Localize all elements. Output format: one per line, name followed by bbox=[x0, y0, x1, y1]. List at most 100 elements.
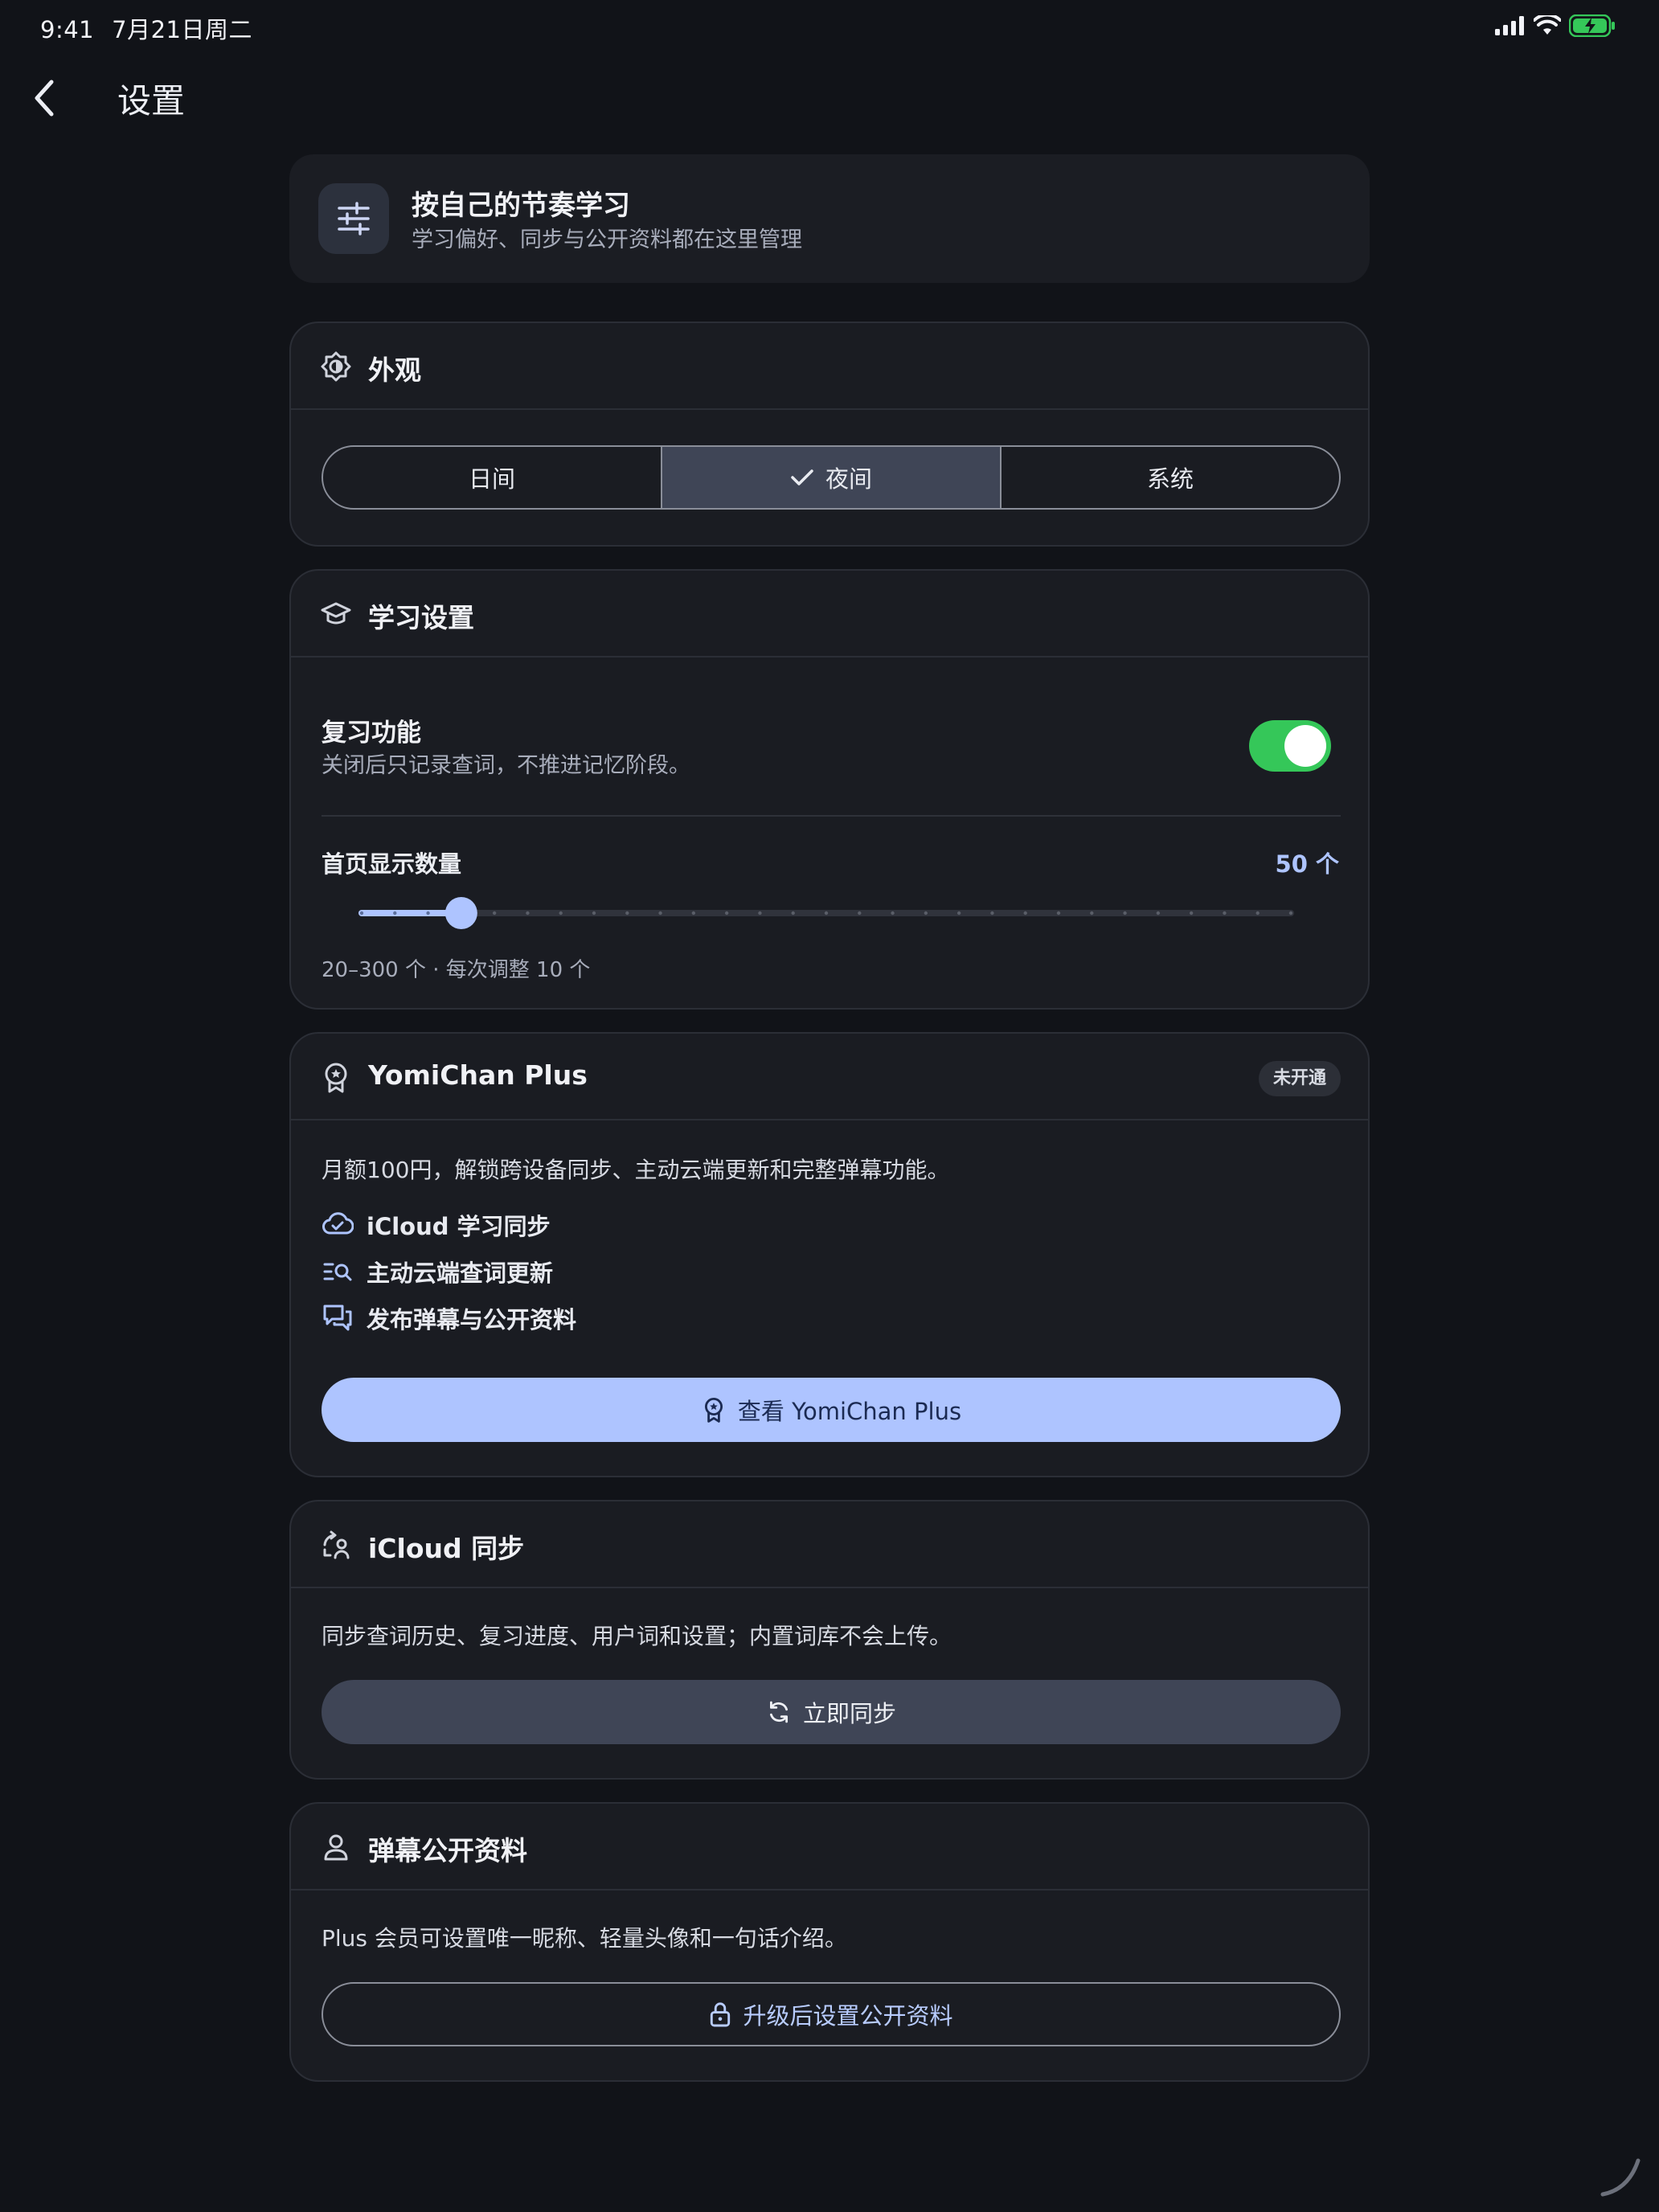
status-bar: 9:41 7月21日周二 bbox=[0, 0, 1659, 51]
slider-tick bbox=[492, 911, 497, 916]
appearance-header: 外观 bbox=[291, 323, 1368, 410]
icloud-description: 同步查词历史、复习进度、用户词和设置；内置词库不会上传。 bbox=[322, 1623, 952, 1649]
slider-tick bbox=[1023, 911, 1027, 916]
icloud-title: iCloud 同步 bbox=[368, 1533, 525, 1564]
slider-tick bbox=[824, 911, 829, 916]
checkmark-icon bbox=[791, 469, 813, 485]
wifi-icon bbox=[1534, 15, 1561, 35]
icloud-sync-card: iCloud 同步 同步查词历史、复习进度、用户词和设置；内置词库不会上传。 立… bbox=[289, 1500, 1370, 1780]
refresh-icon bbox=[769, 1701, 788, 1723]
home-count-label: 首页显示数量 bbox=[322, 850, 462, 878]
plus-card: YomiChan Plus 未开通 月额100円，解锁跨设备同步、主动云端更新和… bbox=[289, 1032, 1370, 1477]
plus-feature-label: iCloud 学习同步 bbox=[367, 1213, 551, 1240]
slider-thumb[interactable] bbox=[444, 897, 477, 929]
review-description: 关闭后只记录查词，不推进记忆阶段。 bbox=[322, 753, 690, 778]
profile-header: 弹幕公开资料 bbox=[291, 1804, 1368, 1890]
list-search-icon bbox=[323, 1263, 352, 1281]
plus-status-badge: 未开通 bbox=[1258, 1061, 1341, 1096]
graduation-cap-icon bbox=[321, 602, 351, 625]
plus-description: 月额100円，解锁跨设备同步、主动云端更新和完整弹幕功能。 bbox=[322, 1157, 950, 1183]
review-title: 复习功能 bbox=[322, 719, 421, 748]
slider-tick bbox=[526, 911, 530, 916]
slider-tick bbox=[1223, 911, 1227, 916]
public-profile-card: 弹幕公开资料 Plus 会员可设置唯一昵称、轻量头像和一句话介绍。 升级后设置公… bbox=[289, 1802, 1370, 2082]
slider-tick bbox=[758, 911, 762, 916]
status-date: 7月21日周二 bbox=[112, 16, 252, 43]
learning-header: 学习设置 bbox=[291, 571, 1368, 657]
view-plus-button-label: 查看 YomiChan Plus bbox=[737, 1398, 962, 1425]
slider-tick bbox=[791, 911, 795, 916]
slider-tick bbox=[1090, 911, 1094, 916]
sync-now-button-label: 立即同步 bbox=[802, 1700, 896, 1727]
award-badge-icon bbox=[325, 1063, 347, 1093]
slider-tick bbox=[559, 911, 563, 916]
intro-subtitle: 学习偏好、同步与公开资料都在这里管理 bbox=[412, 227, 802, 252]
back-chevron-icon[interactable] bbox=[29, 76, 61, 121]
plus-feature-label: 主动云端查词更新 bbox=[367, 1260, 554, 1287]
plus-feature-label: 发布弹幕与公开资料 bbox=[367, 1306, 577, 1333]
intro-card: 按自己的节奏学习 学习偏好、同步与公开资料都在这里管理 bbox=[289, 154, 1370, 283]
slider-tick bbox=[393, 911, 397, 916]
slider-tick bbox=[1156, 911, 1161, 916]
divider bbox=[322, 815, 1341, 817]
review-toggle[interactable] bbox=[1249, 720, 1331, 772]
profile-title: 弹幕公开资料 bbox=[368, 1835, 527, 1866]
chat-bubbles-icon bbox=[323, 1305, 352, 1331]
settings-page: 9:41 7月21日周二 设置 按自己的节奏学习 学习偏好、同步与公开资料都在这… bbox=[0, 0, 1659, 2212]
brightness-gear-icon bbox=[321, 351, 351, 382]
home-count-value: 50 个 bbox=[1275, 850, 1339, 878]
sync-now-button[interactable]: 立即同步 bbox=[322, 1680, 1341, 1744]
home-count-slider[interactable] bbox=[355, 889, 1307, 937]
toggle-knob bbox=[1284, 725, 1326, 767]
plus-feature-item: iCloud 学习同步 bbox=[322, 1207, 551, 1243]
slider-tick bbox=[990, 911, 994, 916]
appearance-option-day[interactable]: 日间 bbox=[323, 447, 662, 508]
plus-title: YomiChan Plus bbox=[368, 1059, 588, 1091]
slider-tick bbox=[1256, 911, 1260, 916]
slider-tick bbox=[891, 911, 895, 916]
profile-description: Plus 会员可设置唯一昵称、轻量头像和一句话介绍。 bbox=[322, 1925, 847, 1952]
plus-header: YomiChan Plus 未开通 bbox=[291, 1034, 1368, 1120]
slider-tick bbox=[956, 911, 961, 916]
appearance-segmented-control: 日间 夜间 系统 bbox=[322, 445, 1341, 510]
slider-tick bbox=[1288, 911, 1293, 916]
slider-tick bbox=[691, 911, 696, 916]
status-right bbox=[1495, 14, 1616, 37]
status-left: 9:41 7月21日周二 bbox=[40, 11, 270, 45]
appearance-option-system[interactable]: 系统 bbox=[1002, 447, 1339, 508]
person-icon bbox=[324, 1834, 348, 1861]
option-label: 夜间 bbox=[825, 465, 872, 493]
cloud-check-icon bbox=[322, 1212, 354, 1235]
icloud-header: iCloud 同步 bbox=[291, 1501, 1368, 1588]
slider-tick bbox=[592, 911, 596, 916]
lock-icon bbox=[711, 2002, 731, 2027]
learning-title: 学习设置 bbox=[368, 602, 474, 633]
slider-tick bbox=[724, 911, 729, 916]
appearance-option-night[interactable]: 夜间 bbox=[662, 447, 1002, 508]
page-title: 设置 bbox=[117, 81, 186, 121]
cellular-signal-icon bbox=[1495, 16, 1524, 35]
battery-charging-icon bbox=[1569, 14, 1615, 37]
intro-title: 按自己的节奏学习 bbox=[412, 190, 630, 222]
setup-profile-button[interactable]: 升级后设置公开资料 bbox=[322, 1982, 1341, 2046]
option-label: 系统 bbox=[1146, 465, 1194, 493]
plus-feature-item: 发布弹幕与公开资料 bbox=[322, 1301, 576, 1336]
slider-tick bbox=[858, 911, 862, 916]
sync-person-icon bbox=[323, 1530, 350, 1559]
plus-feature-item: 主动云端查词更新 bbox=[322, 1254, 553, 1289]
slider-tick bbox=[359, 911, 364, 916]
slider-tick bbox=[625, 911, 629, 916]
learning-settings-card: 学习设置 复习功能 关闭后只记录查词，不推进记忆阶段。 首页显示数量 50 个 … bbox=[289, 569, 1370, 1010]
award-badge-icon bbox=[704, 1398, 723, 1423]
status-time: 9:41 bbox=[40, 16, 95, 43]
view-plus-button[interactable]: 查看 YomiChan Plus bbox=[322, 1378, 1341, 1442]
slider-tick bbox=[1056, 911, 1061, 916]
sliders-icon bbox=[318, 183, 389, 254]
option-label: 日间 bbox=[468, 465, 515, 493]
home-count-hint: 20–300 个 · 每次调整 10 个 bbox=[322, 958, 591, 982]
slider-tick bbox=[1189, 911, 1194, 916]
resize-grabber-icon[interactable] bbox=[1596, 2153, 1645, 2201]
slider-tick bbox=[924, 911, 928, 916]
slider-tick bbox=[1123, 911, 1127, 916]
setup-profile-button-label: 升级后设置公开资料 bbox=[743, 2002, 953, 2030]
